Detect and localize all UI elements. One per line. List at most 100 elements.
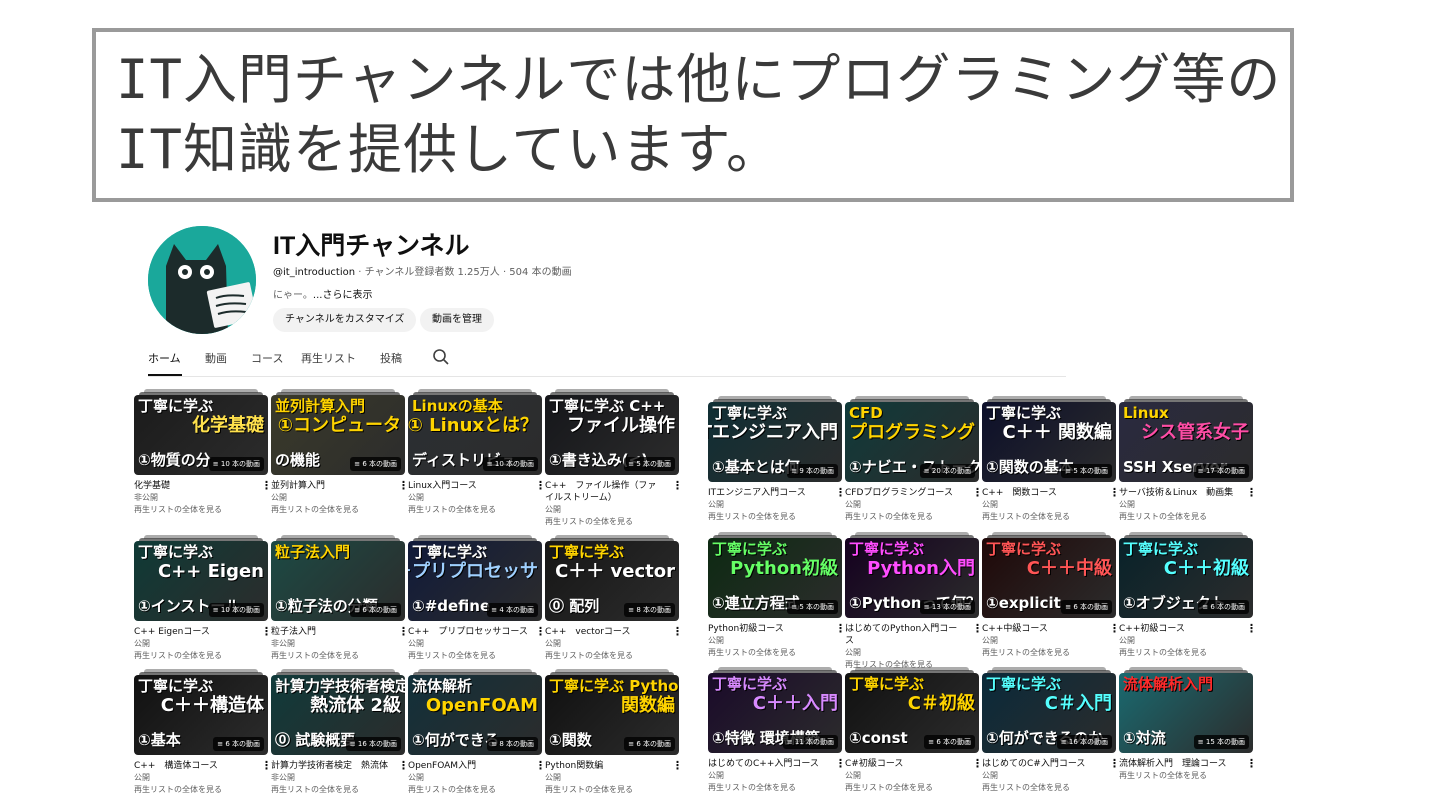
playlist-card[interactable]: 丁寧に学ぶ C＋＋ vector ⓪ 配列 ≡ 8 本の動画 C++ vectorコース… (545, 535, 683, 662)
more-options-icon[interactable]: ⋮ (1246, 487, 1257, 499)
view-full-playlist-link[interactable]: 再生リストの全体を見る (545, 650, 679, 662)
playlist-thumbnail[interactable]: 丁寧に学ぶ C++ Eigen ①インストール ≡ 10 本の動画 (134, 535, 268, 621)
playlist-title[interactable]: C++中級コース ⋮ (982, 623, 1120, 635)
playlist-card[interactable]: 流体解析入門 ①対流 ≡ 15 本の動画流体解析入門 理論コース ⋮ 再生リストの全体を… (1119, 667, 1257, 782)
playlist-thumbnail[interactable]: 流体解析入門 ①対流 ≡ 15 本の動画 (1119, 667, 1253, 753)
playlist-title[interactable]: C++ 関数コース ⋮ (982, 487, 1120, 499)
view-full-playlist-link[interactable]: 再生リストの全体を見る (845, 782, 979, 794)
playlist-card[interactable]: 粒子法入門 ①粒子法の分類 ≡ 6 本の動画 粒子法入門 ⋮ 非公開 再生リストの全体を見る (271, 535, 409, 662)
more-options-icon[interactable]: ⋮ (1246, 758, 1257, 770)
tab-videos[interactable]: 動画 (205, 350, 227, 366)
view-full-playlist-link[interactable]: 再生リストの全体を見る (982, 782, 1116, 794)
playlist-card[interactable]: CFDプログラミング①ナビエ・ストークス方程式≡ 20 本の動画 CFDプログラミ… (845, 396, 983, 523)
playlist-thumbnail[interactable]: 丁寧に学ぶ Python入門 ①Pythonって何？ ≡ 13 本の動画 (845, 532, 979, 618)
playlist-thumbnail[interactable]: 丁寧に学ぶ C++ ファイル操作 ①書き込み(<) ≡ 5 本の動画 (545, 389, 679, 475)
view-full-playlist-link[interactable]: 再生リストの全体を見る (708, 782, 842, 794)
more-options-icon[interactable]: ⋮ (672, 626, 683, 638)
playlist-card[interactable]: 丁寧に学ぶITエンジニア入門①基本とは何≡ 9 本の動画 ITエンジニア入門コース… (708, 396, 846, 523)
tab-playlists[interactable]: 再生リスト (301, 350, 356, 366)
playlist-title[interactable]: C++ Eigenコース ⋮ (134, 626, 272, 638)
playlist-title[interactable]: はじめてのC#入門コース ⋮ (982, 758, 1120, 770)
view-full-playlist-link[interactable]: 再生リストの全体を見る (1119, 647, 1253, 659)
view-full-playlist-link[interactable]: 再生リストの全体を見る (1119, 511, 1253, 523)
playlist-thumbnail[interactable]: Linux シス管系女子 SSH Xserver ≡ 17 本の動画 (1119, 396, 1253, 482)
playlist-thumbnail[interactable]: CFDプログラミング①ナビエ・ストークス方程式≡ 20 本の動画 (845, 396, 979, 482)
view-full-playlist-link[interactable]: 再生リストの全体を見る (408, 784, 542, 796)
playlist-card[interactable]: 丁寧に学ぶ C＃入門 ①何ができるのか ≡ 16 本の動画 はじめてのC#入門コース ⋮ 公… (982, 667, 1120, 794)
playlist-thumbnail[interactable]: 丁寧に学ぶ C＋＋入門 ①特徴 環境構築 ≡ 11 本の動画 (708, 667, 842, 753)
view-full-playlist-link[interactable]: 再生リストの全体を見る (134, 650, 268, 662)
playlist-title[interactable]: 並列計算入門 ⋮ (271, 480, 409, 492)
playlist-title[interactable]: C++ プリプロセッサコース ⋮ (408, 626, 546, 638)
playlist-card[interactable]: 並列計算入門 ①コンピュータ の機能 ≡ 6 本の動画 並列計算入門 ⋮ 公開 再生リストの全… (271, 389, 409, 516)
show-more-link[interactable]: ...さらに表示 (313, 290, 373, 301)
playlist-title[interactable]: はじめてのPython入門コース ⋮ (845, 623, 983, 647)
playlist-title[interactable]: 流体解析入門 理論コース ⋮ (1119, 758, 1257, 770)
playlist-card[interactable]: 丁寧に学ぶ C++ ファイル操作 ①書き込み(<) ≡ 5 本の動画 C++ ファイル操… (545, 389, 683, 528)
playlist-title[interactable]: C++ ファイル操作（ファイルストリーム） ⋮ (545, 480, 683, 504)
playlist-thumbnail[interactable]: Linuxの基本 ① Linuxとは？ ディストリビュ ≡ 10 本の動画 (408, 389, 542, 475)
playlist-card[interactable]: Linuxの基本 ① Linuxとは？ ディストリビュ ≡ 10 本の動画 Linux入… (408, 389, 546, 516)
playlist-thumbnail[interactable]: 並列計算入門 ①コンピュータ の機能 ≡ 6 本の動画 (271, 389, 405, 475)
more-options-icon[interactable]: ⋮ (672, 760, 683, 772)
playlist-title[interactable]: 化学基礎 ⋮ (134, 480, 272, 492)
playlist-thumbnail[interactable]: 丁寧に学ぶ Python 関数編 ①関数 ≡ 6 本の動画 (545, 669, 679, 755)
playlist-card[interactable]: 丁寧に学ぶ C＋＋構造体 ①基本 ≡ 6 本の動画 C++ 構造体コース ⋮ 公開 再生リスト… (134, 669, 272, 796)
playlist-title[interactable]: 粒子法入門 ⋮ (271, 626, 409, 638)
view-full-playlist-link[interactable]: 再生リストの全体を見る (545, 516, 679, 528)
view-full-playlist-link[interactable]: 再生リストの全体を見る (271, 504, 405, 516)
playlist-card[interactable]: 計算力学技術者検定 熱流体 2級 ⓪ 試験概要 ≡ 16 本の動画 計算力学技術者検定 … (271, 669, 409, 796)
view-full-playlist-link[interactable]: 再生リストの全体を見る (708, 647, 842, 659)
playlist-card[interactable]: Linux シス管系女子 SSH Xserver ≡ 17 本の動画サーバ技術＆Lin… (1119, 396, 1257, 523)
playlist-thumbnail[interactable]: 丁寧に学ぶ C＋＋ vector ⓪ 配列 ≡ 8 本の動画 (545, 535, 679, 621)
playlist-title[interactable]: サーバ技術＆Linux 動画集 ⋮ (1119, 487, 1257, 499)
playlist-card[interactable]: 丁寧に学ぶ 化学基礎 ①物質の分 ≡ 10 本の動画 化学基礎 ⋮ 非公開 再生リストの全体を… (134, 389, 272, 516)
view-full-playlist-link[interactable]: 再生リストの全体を見る (134, 504, 268, 516)
more-options-icon[interactable]: ⋮ (1246, 623, 1257, 635)
view-full-playlist-link[interactable]: 再生リストの全体を見る (271, 784, 405, 796)
playlist-title[interactable]: Python関数編 ⋮ (545, 760, 683, 772)
playlist-card[interactable]: 丁寧に学ぶ Python初級 ①連立方程式 ≡ 5 本の動画 Python初級コース ⋮ 公… (708, 532, 846, 659)
playlist-thumbnail[interactable]: 流体解析 OpenFOAM ①何ができる ≡ 8 本の動画 (408, 669, 542, 755)
playlist-thumbnail[interactable]: 丁寧に学ぶ C＃初級 ①const ≡ 6 本の動画 (845, 667, 979, 753)
view-full-playlist-link[interactable]: 再生リストの全体を見る (982, 647, 1116, 659)
playlist-title[interactable]: OpenFOAM入門 ⋮ (408, 760, 546, 772)
tab-home[interactable]: ホーム (148, 350, 181, 366)
view-full-playlist-link[interactable]: 再生リストの全体を見る (408, 504, 542, 516)
playlist-thumbnail[interactable]: 丁寧に学ぶ C＋＋初級 ①オブジェクト ≡ 6 本の動画 (1119, 532, 1253, 618)
tab-posts[interactable]: 投稿 (380, 350, 402, 366)
playlist-thumbnail[interactable]: 粒子法入門 ①粒子法の分類 ≡ 6 本の動画 (271, 535, 405, 621)
view-full-playlist-link[interactable]: 再生リストの全体を見る (134, 784, 268, 796)
view-full-playlist-link[interactable]: 再生リストの全体を見る (708, 511, 842, 523)
tab-courses[interactable]: コース (251, 350, 283, 366)
playlist-thumbnail[interactable]: 丁寧に学ぶ C＋＋中級 ①explicit ≡ 6 本の動画 (982, 532, 1116, 618)
manage-videos-button[interactable]: 動画を管理 (420, 308, 494, 332)
playlist-card[interactable]: 丁寧に学ぶ Python 関数編 ①関数 ≡ 6 本の動画 Python関数編 ⋮ 公開 再生… (545, 669, 683, 796)
playlist-card[interactable]: 丁寧に学ぶ C＋＋ 関数編 ①関数の基本 ≡ 5 本の動画 C++ 関数コース ⋮ 公開 再生… (982, 396, 1120, 523)
playlist-thumbnail[interactable]: 丁寧に学ぶ 化学基礎 ①物質の分 ≡ 10 本の動画 (134, 389, 268, 475)
channel-handle[interactable]: @it_introduction (273, 267, 355, 278)
playlist-title[interactable]: Linux入門コース ⋮ (408, 480, 546, 492)
view-full-playlist-link[interactable]: 再生リストの全体を見る (1119, 770, 1253, 782)
view-full-playlist-link[interactable]: 再生リストの全体を見る (845, 511, 979, 523)
playlist-thumbnail[interactable]: 丁寧に学ぶ C＋＋構造体 ①基本 ≡ 6 本の動画 (134, 669, 268, 755)
playlist-title[interactable]: C++ vectorコース ⋮ (545, 626, 683, 638)
view-full-playlist-link[interactable]: 再生リストの全体を見る (545, 784, 679, 796)
view-full-playlist-link[interactable]: 再生リストの全体を見る (271, 650, 405, 662)
channel-avatar[interactable] (148, 226, 256, 334)
playlist-title[interactable]: CFDプログラミングコース ⋮ (845, 487, 983, 499)
view-full-playlist-link[interactable]: 再生リストの全体を見る (982, 511, 1116, 523)
playlist-title[interactable]: C++初級コース ⋮ (1119, 623, 1257, 635)
playlist-card[interactable]: 丁寧に学ぶ C++ Eigen ①インストール ≡ 10 本の動画 C++ Eigenコ… (134, 535, 272, 662)
playlist-thumbnail[interactable]: 丁寧に学ぶITエンジニア入門①基本とは何≡ 9 本の動画 (708, 396, 842, 482)
playlist-title[interactable]: C#初級コース ⋮ (845, 758, 983, 770)
playlist-thumbnail[interactable]: 計算力学技術者検定 熱流体 2級 ⓪ 試験概要 ≡ 16 本の動画 (271, 669, 405, 755)
playlist-thumbnail[interactable]: 丁寧に学ぶC＋＋プリプロセッサ ①#define≡ 4 本の動画 (408, 535, 542, 621)
search-icon[interactable] (432, 348, 450, 366)
playlist-card[interactable]: 丁寧に学ぶ Python入門 ①Pythonって何？ ≡ 13 本の動画はじめてのPy… (845, 532, 983, 671)
playlist-thumbnail[interactable]: 丁寧に学ぶ C＃入門 ①何ができるのか ≡ 16 本の動画 (982, 667, 1116, 753)
playlist-title[interactable]: ITエンジニア入門コース ⋮ (708, 487, 846, 499)
playlist-title[interactable]: C++ 構造体コース ⋮ (134, 760, 272, 772)
playlist-card[interactable]: 丁寧に学ぶ C＃初級 ①const ≡ 6 本の動画 C#初級コース ⋮ 公開 再生リストの全… (845, 667, 983, 794)
more-options-icon[interactable]: ⋮ (672, 480, 683, 492)
